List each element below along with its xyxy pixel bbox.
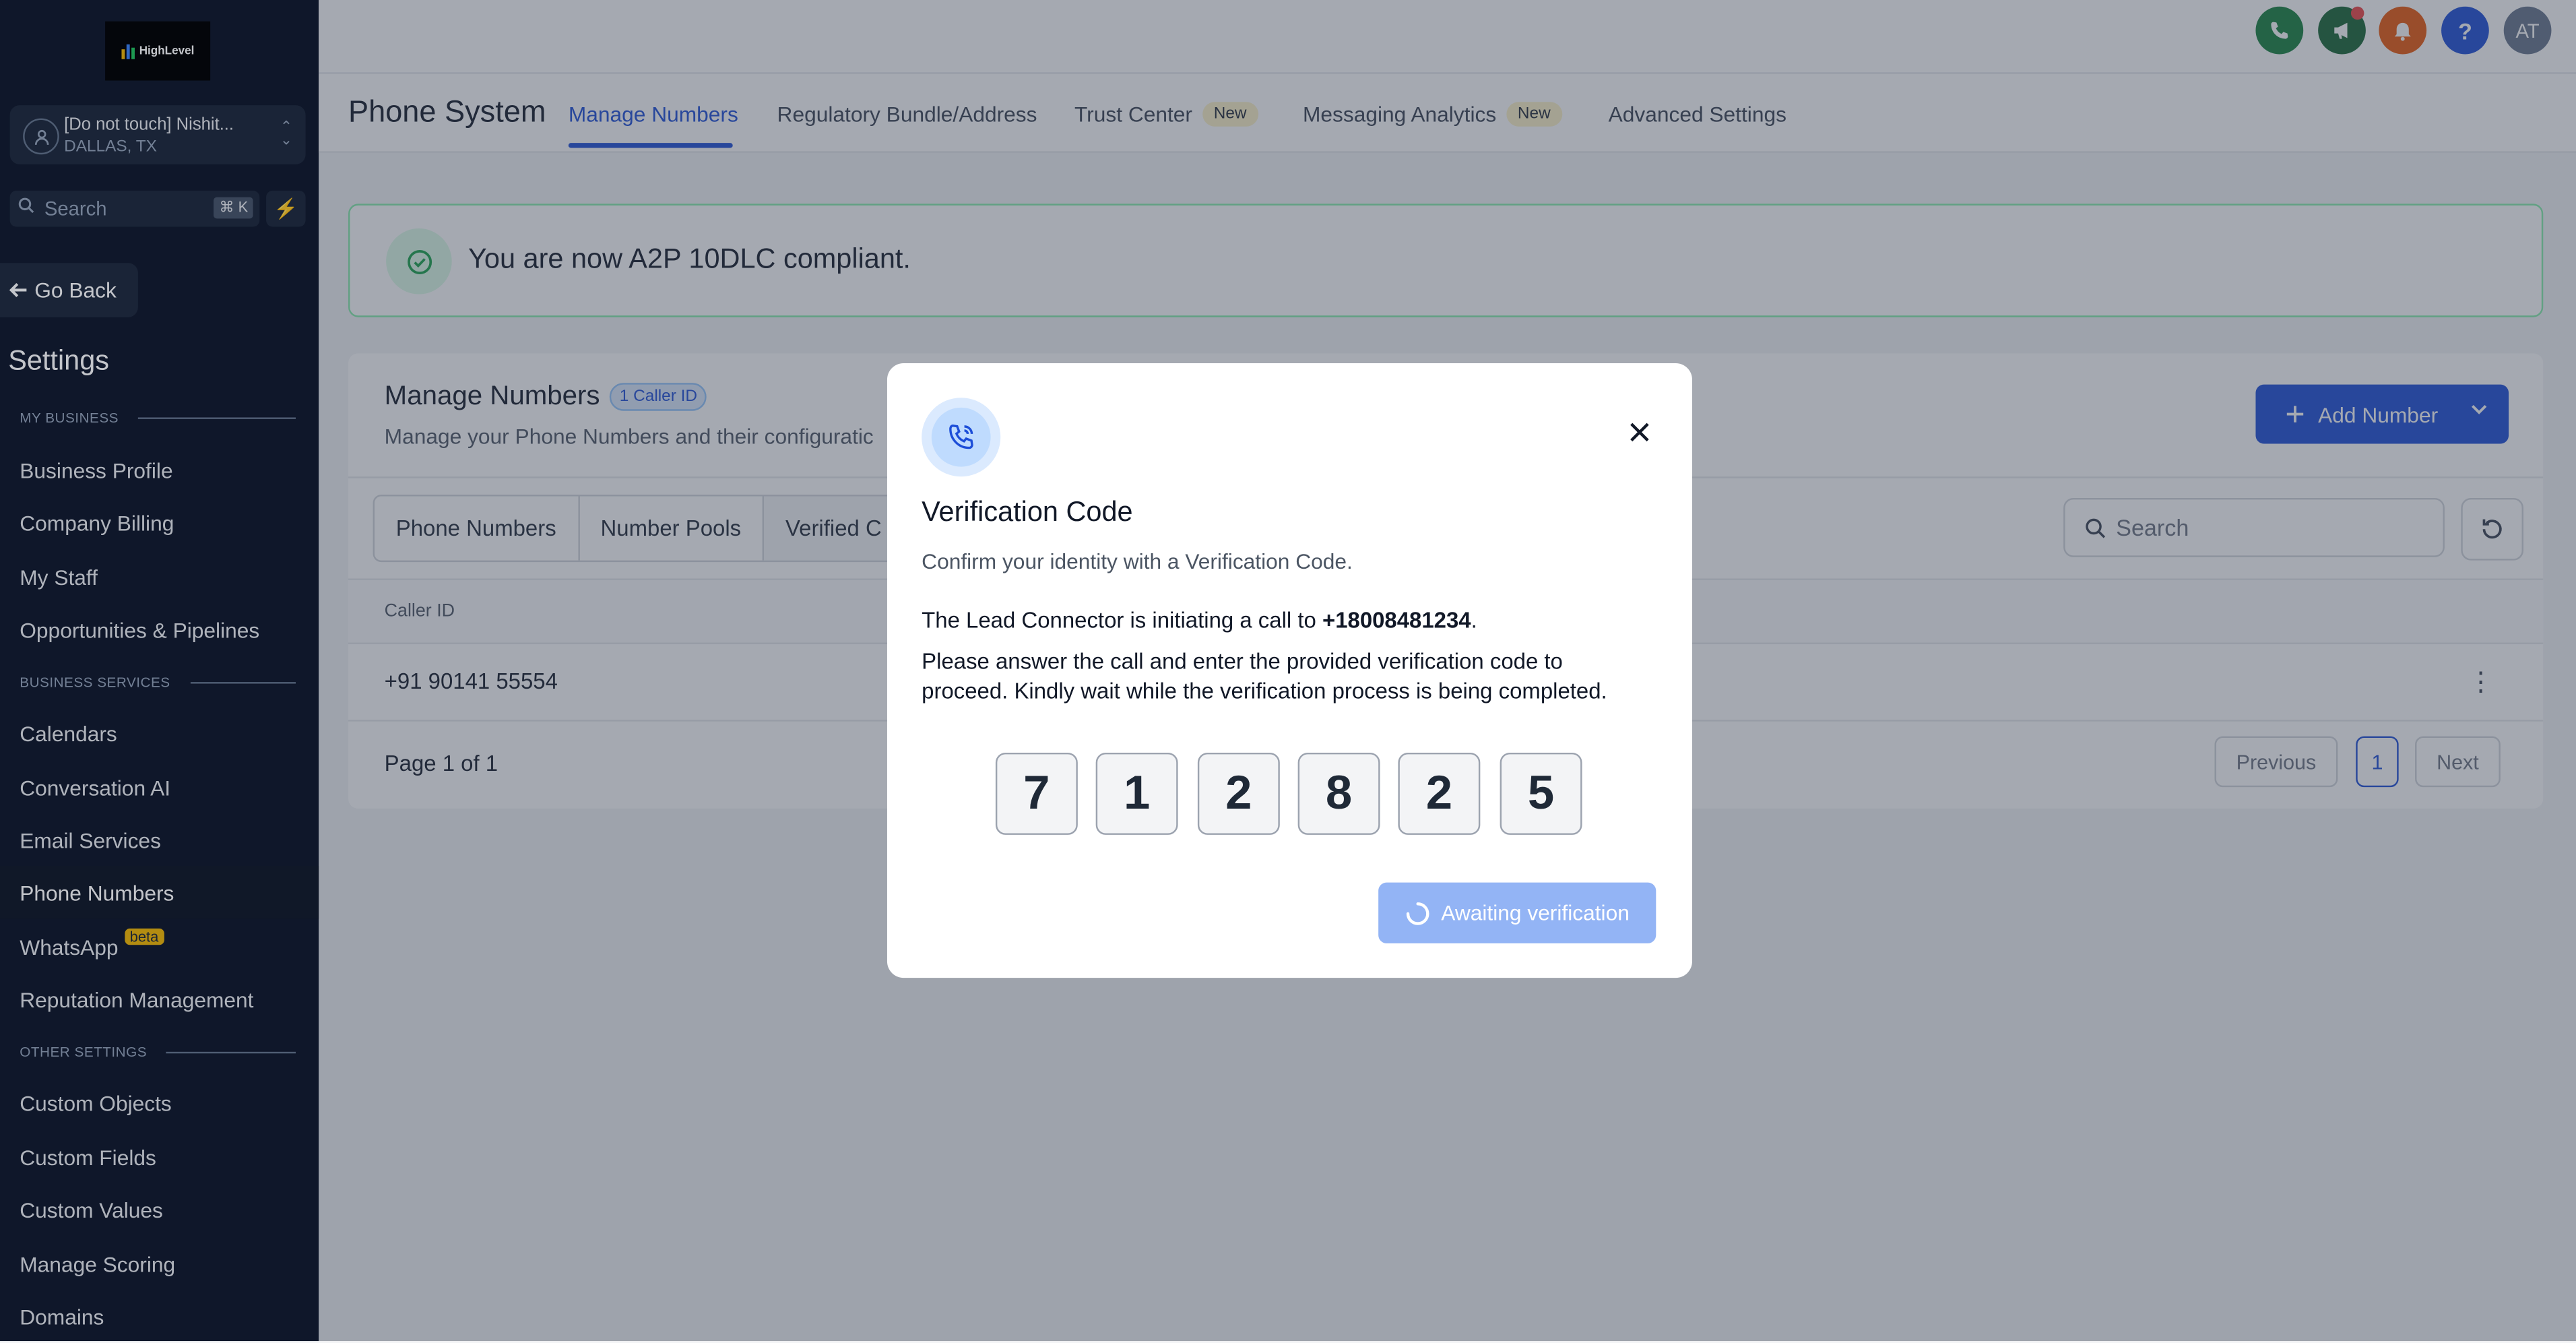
code-digit-5[interactable]: 2 [1398,752,1481,835]
modal-title: Verification Code [922,496,1133,528]
modal-subtitle: Confirm your identity with a Verificatio… [922,549,1353,574]
call-info-text: The Lead Connector is initiating a call … [922,608,1477,633]
close-icon[interactable] [1623,416,1656,449]
phone-call-icon [922,398,1001,477]
code-digit-3[interactable]: 2 [1197,752,1280,835]
verification-modal: Verification Code Confirm your identity … [887,363,1692,978]
code-digit-1[interactable]: 7 [995,752,1078,835]
code-digit-6[interactable]: 5 [1500,752,1582,835]
spinner-icon [1407,901,1429,925]
code-digit-2[interactable]: 1 [1095,752,1178,835]
awaiting-verification-button[interactable]: Awaiting verification [1378,882,1656,943]
sidebar-dim [0,0,319,1342]
code-digit-4[interactable]: 8 [1297,752,1380,835]
phone-number: +18008481234 [1322,608,1471,633]
instructions-text: Please answer the call and enter the pro… [922,649,1607,704]
